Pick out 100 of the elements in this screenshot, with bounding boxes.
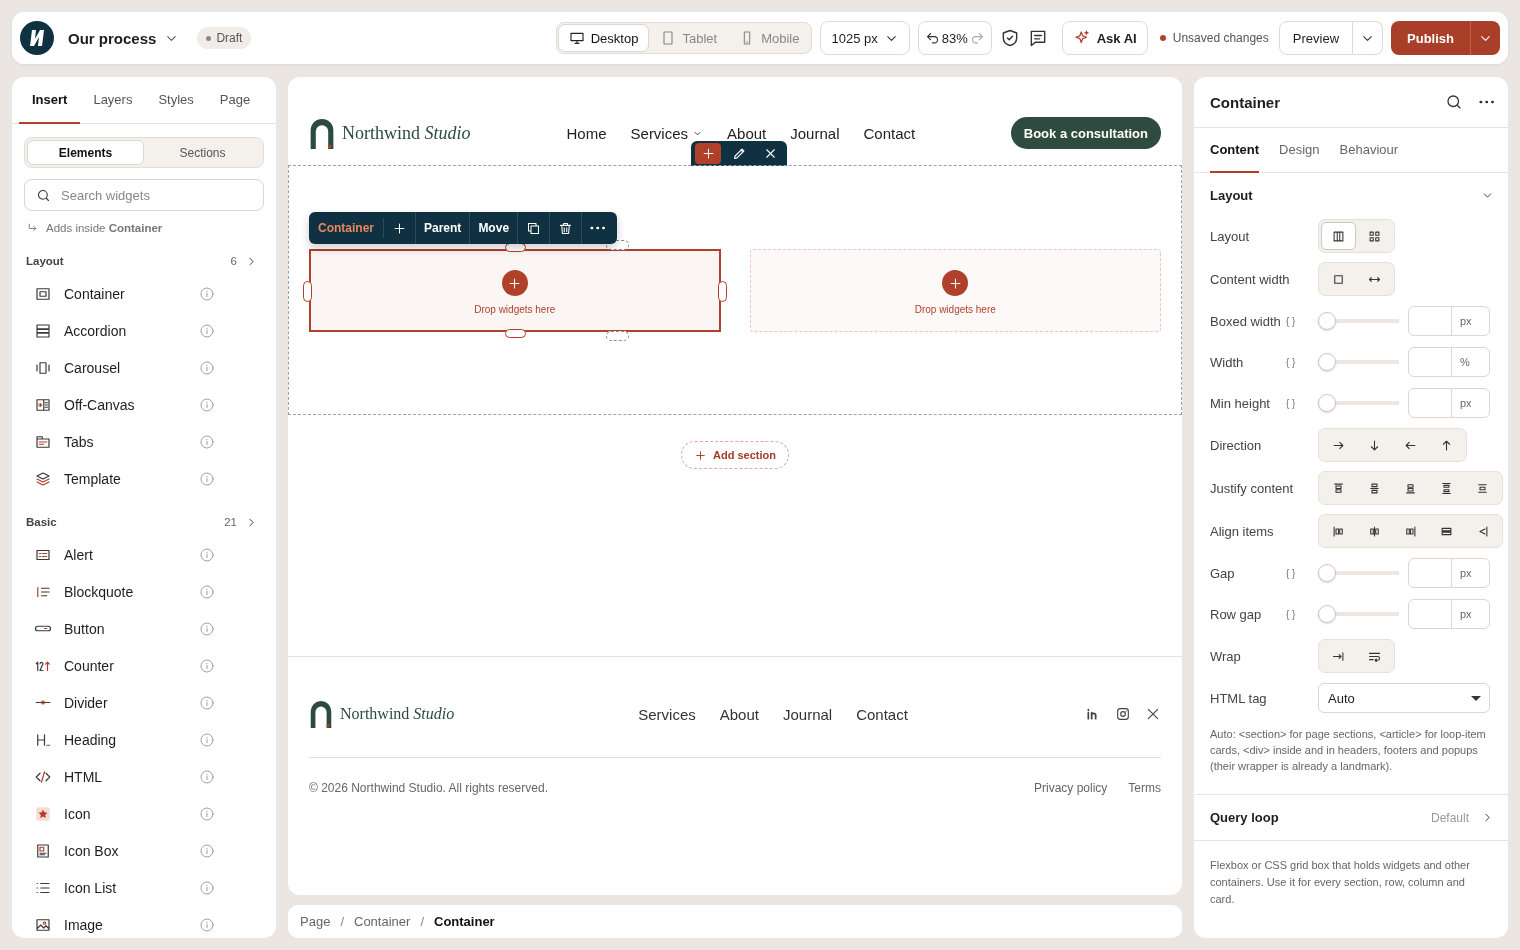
- publish-button[interactable]: Publish: [1391, 21, 1470, 55]
- widget-item[interactable]: Icon List: [64, 879, 187, 896]
- dynamic-tag[interactable]: { }: [1286, 608, 1318, 620]
- resize-handle[interactable]: [717, 280, 727, 302]
- info-icon[interactable]: [199, 879, 215, 896]
- segment-tab[interactable]: Sections: [144, 140, 261, 165]
- slider-thumb[interactable]: [1318, 605, 1336, 623]
- columns-option[interactable]: [1321, 222, 1356, 250]
- resize-handle[interactable]: [504, 329, 526, 338]
- gap-handle[interactable]: [605, 240, 629, 250]
- panel-tab[interactable]: Page: [206, 77, 264, 124]
- brand-name[interactable]: Northwind Studio: [340, 705, 455, 723]
- width-select[interactable]: 1025 px: [820, 21, 910, 55]
- number-field[interactable]: [1408, 558, 1490, 588]
- info-icon[interactable]: [199, 805, 215, 822]
- search-field[interactable]: Search widgets: [24, 179, 264, 211]
- element-label[interactable]: Container: [318, 218, 384, 238]
- widget-item[interactable]: Icon: [64, 805, 187, 822]
- info-icon[interactable]: [199, 322, 215, 339]
- panel-tab[interactable]: Design: [1279, 128, 1320, 173]
- dynamic-tag[interactable]: { }: [1286, 567, 1318, 579]
- panel-tab[interactable]: Styles: [145, 77, 207, 124]
- panel-tab[interactable]: Content: [1210, 128, 1260, 173]
- widget-item[interactable]: HTML: [64, 768, 187, 785]
- widget-item[interactable]: Template: [64, 470, 187, 487]
- nav-link[interactable]: About: [727, 124, 767, 142]
- container-dropzone[interactable]: Drop widgets here: [309, 249, 721, 332]
- number-field[interactable]: [1408, 306, 1490, 336]
- add-widget-button[interactable]: [501, 270, 528, 296]
- slider-thumb[interactable]: [1318, 564, 1336, 582]
- redo-icon[interactable]: [969, 30, 985, 46]
- widget-item[interactable]: Button: [64, 620, 187, 637]
- info-icon[interactable]: [199, 433, 215, 450]
- number-field[interactable]: [1408, 347, 1490, 377]
- brand-name[interactable]: Northwind Studio: [342, 122, 471, 144]
- widget-item[interactable]: Counter: [64, 657, 187, 674]
- widget-item[interactable]: Heading: [64, 731, 187, 748]
- widget-item[interactable]: Image: [64, 916, 187, 933]
- segment-tab[interactable]: Elements: [27, 140, 144, 165]
- slider-thumb[interactable]: [1318, 394, 1336, 412]
- resize-handle[interactable]: [504, 243, 526, 252]
- footer-link[interactable]: Terms: [1128, 781, 1161, 795]
- number-field[interactable]: [1408, 388, 1490, 418]
- nav-link[interactable]: Journal: [790, 124, 840, 142]
- section-title[interactable]: Layout: [1210, 187, 1481, 203]
- info-icon[interactable]: [199, 694, 215, 711]
- widget-item[interactable]: Carousel: [64, 359, 187, 376]
- widget-item[interactable]: Alert: [64, 546, 187, 563]
- query-loop-label[interactable]: Query loop: [1210, 810, 1419, 825]
- tag-select[interactable]: Auto: [1318, 683, 1490, 713]
- add-widget-button[interactable]: [942, 270, 969, 296]
- more-icon[interactable]: [1479, 100, 1494, 104]
- footer-link[interactable]: Services: [638, 705, 696, 723]
- toolbar-button[interactable]: Parent: [416, 212, 471, 244]
- info-icon[interactable]: [199, 657, 215, 674]
- info-icon[interactable]: [199, 359, 215, 376]
- slider-thumb[interactable]: [1318, 312, 1336, 330]
- widget-item[interactable]: Off-Canvas: [64, 396, 187, 413]
- widget-item[interactable]: Blockquote: [64, 583, 187, 600]
- dynamic-tag[interactable]: { }: [1286, 356, 1318, 368]
- gap-handle[interactable]: [605, 331, 629, 341]
- app-logo-icon[interactable]: [20, 21, 54, 55]
- info-icon[interactable]: [199, 546, 215, 563]
- resize-handle[interactable]: [303, 280, 312, 302]
- widget-item[interactable]: Divider: [64, 694, 187, 711]
- slider-thumb[interactable]: [1318, 353, 1336, 371]
- add-button[interactable]: [695, 143, 721, 164]
- info-icon[interactable]: [199, 285, 215, 302]
- info-icon[interactable]: [199, 470, 215, 487]
- dynamic-tag[interactable]: { }: [1286, 397, 1318, 409]
- footer-link[interactable]: Privacy policy: [1033, 781, 1108, 795]
- breadcrumb-link[interactable]: Container: [434, 914, 495, 929]
- instagram-icon[interactable]: [1115, 706, 1131, 722]
- undo-icon[interactable]: [924, 30, 940, 46]
- footer-link[interactable]: About: [719, 705, 759, 723]
- nav-link[interactable]: Home: [566, 124, 607, 142]
- ask-ai-button[interactable]: Ask AI: [1061, 21, 1148, 55]
- breadcrumb-link[interactable]: Page: [300, 914, 331, 929]
- breadcrumb-link[interactable]: Container: [354, 914, 411, 929]
- search-icon[interactable]: [1445, 93, 1463, 111]
- zoom-level[interactable]: 83%: [941, 30, 968, 46]
- nav-link[interactable]: Contact: [863, 124, 916, 142]
- widget-item[interactable]: Tabs: [64, 433, 187, 450]
- container-dropzone[interactable]: Drop widgets here: [749, 249, 1161, 332]
- widget-item[interactable]: Container: [64, 285, 187, 302]
- number-field[interactable]: [1408, 599, 1490, 629]
- info-icon[interactable]: [199, 768, 215, 785]
- info-icon[interactable]: [199, 583, 215, 600]
- footer-link[interactable]: Contact: [856, 705, 908, 723]
- info-icon[interactable]: [199, 842, 215, 859]
- info-icon[interactable]: [199, 916, 215, 933]
- panel-tab[interactable]: Layers: [80, 77, 146, 124]
- info-icon[interactable]: [199, 731, 215, 748]
- info-icon[interactable]: [199, 396, 215, 413]
- widget-item[interactable]: Icon Box: [64, 842, 187, 859]
- nav-link[interactable]: Services: [630, 124, 704, 142]
- publish-options-button[interactable]: [1470, 21, 1500, 55]
- info-icon[interactable]: [199, 620, 215, 637]
- x-icon[interactable]: [1145, 706, 1161, 722]
- footer-link[interactable]: Journal: [782, 705, 833, 723]
